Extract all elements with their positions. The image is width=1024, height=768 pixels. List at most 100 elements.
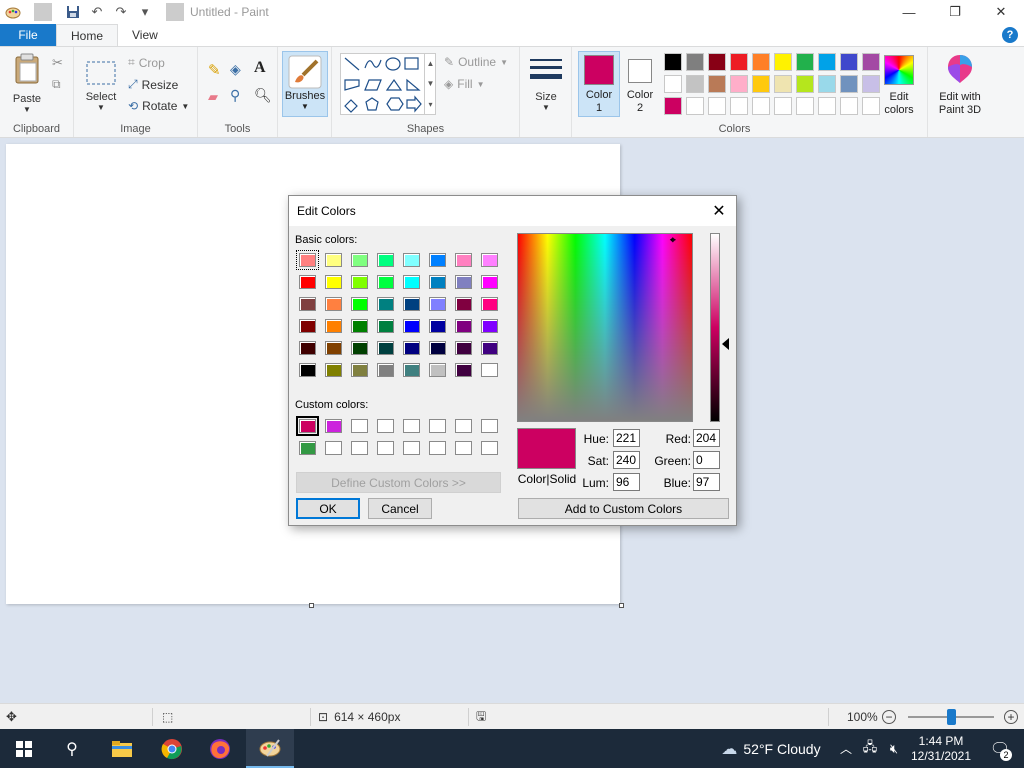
luminance-arrow-icon[interactable] bbox=[722, 338, 729, 350]
custom-color-swatch[interactable] bbox=[481, 441, 498, 455]
custom-color-swatch[interactable] bbox=[403, 419, 420, 433]
pencil-icon[interactable]: ✎ bbox=[208, 61, 221, 79]
custom-color-swatch[interactable] bbox=[296, 416, 319, 436]
taskbar-chrome[interactable] bbox=[148, 729, 196, 768]
cancel-button[interactable]: Cancel bbox=[368, 498, 432, 519]
palette-swatch[interactable] bbox=[818, 53, 836, 71]
basic-color-swatch[interactable] bbox=[325, 275, 342, 289]
palette-swatch[interactable] bbox=[862, 53, 880, 71]
zoom-in-button[interactable]: + bbox=[1004, 704, 1018, 730]
basic-color-swatch[interactable] bbox=[299, 363, 316, 377]
redo-icon[interactable]: ↷ bbox=[112, 3, 130, 21]
define-custom-colors-button[interactable]: Define Custom Colors >> bbox=[296, 472, 501, 493]
luminance-slider[interactable] bbox=[710, 233, 720, 422]
notification-center-button[interactable]: 🗨︎ 2 bbox=[980, 729, 1020, 768]
size-button[interactable]: Size ▼ bbox=[528, 55, 564, 112]
show-hidden-icons-button[interactable]: ︿ bbox=[836, 729, 856, 768]
custom-color-swatch[interactable] bbox=[299, 441, 316, 455]
outline-button[interactable]: ✎ Outline ▼ bbox=[444, 55, 508, 69]
custom-color-swatch[interactable] bbox=[429, 419, 446, 433]
palette-swatch[interactable] bbox=[686, 97, 704, 115]
taskbar-file-explorer[interactable] bbox=[98, 729, 146, 768]
palette-swatch[interactable] bbox=[708, 53, 726, 71]
paint3d-icon[interactable] bbox=[944, 53, 976, 85]
dialog-close-button[interactable]: ✕ bbox=[708, 200, 730, 222]
custom-color-swatch[interactable] bbox=[403, 441, 420, 455]
taskbar-firefox[interactable] bbox=[196, 729, 244, 768]
custom-color-swatch[interactable] bbox=[325, 441, 342, 455]
palette-swatch[interactable] bbox=[796, 75, 814, 93]
basic-color-swatch[interactable] bbox=[455, 253, 472, 267]
volume-muted-icon[interactable]: 🔇︎ bbox=[884, 729, 904, 768]
palette-swatch[interactable] bbox=[774, 53, 792, 71]
fill-button[interactable]: ◈ Fill ▼ bbox=[444, 77, 484, 91]
palette-swatch[interactable] bbox=[708, 97, 726, 115]
custom-color-swatch[interactable] bbox=[351, 419, 368, 433]
custom-color-swatch[interactable] bbox=[455, 441, 472, 455]
taskbar-paint[interactable] bbox=[246, 729, 294, 768]
select-button[interactable]: Select ▼ bbox=[82, 57, 120, 112]
basic-color-swatch[interactable] bbox=[351, 253, 368, 267]
basic-color-swatch[interactable] bbox=[455, 319, 472, 333]
undo-icon[interactable]: ↶ bbox=[88, 3, 106, 21]
add-to-custom-colors-button[interactable]: Add to Custom Colors bbox=[518, 498, 729, 519]
start-button[interactable] bbox=[0, 729, 48, 768]
sat-field[interactable]: 240 bbox=[613, 451, 640, 469]
palette-swatch[interactable] bbox=[840, 75, 858, 93]
palette-swatch[interactable] bbox=[730, 75, 748, 93]
eraser-icon[interactable]: ▰ bbox=[208, 89, 218, 105]
cut-icon[interactable]: ✂ bbox=[52, 55, 63, 71]
palette-swatch[interactable] bbox=[664, 53, 682, 71]
basic-color-swatch[interactable] bbox=[325, 253, 342, 267]
canvas-resize-handle-corner[interactable] bbox=[619, 603, 624, 608]
red-field[interactable]: 204 bbox=[693, 429, 720, 447]
edit-colors-icon[interactable] bbox=[884, 55, 914, 85]
paste-button[interactable]: Paste ▼ bbox=[8, 53, 46, 114]
basic-color-swatch[interactable] bbox=[455, 275, 472, 289]
basic-color-swatch[interactable] bbox=[403, 341, 420, 355]
palette-swatch[interactable] bbox=[752, 97, 770, 115]
lum-field[interactable]: 96 bbox=[613, 473, 640, 491]
basic-color-swatch[interactable] bbox=[377, 319, 394, 333]
basic-color-swatch[interactable] bbox=[299, 297, 316, 311]
basic-color-swatch[interactable] bbox=[429, 275, 446, 289]
custom-color-swatch[interactable] bbox=[377, 441, 394, 455]
basic-color-swatch[interactable] bbox=[325, 363, 342, 377]
ok-button[interactable]: OK bbox=[296, 498, 360, 519]
maximize-button[interactable]: ❐ bbox=[932, 0, 978, 24]
blue-field[interactable]: 97 bbox=[693, 473, 720, 491]
resize-button[interactable]: ⤢ Resize bbox=[128, 77, 178, 92]
custom-color-swatch[interactable] bbox=[455, 419, 472, 433]
weather-widget[interactable]: ☁ 52°F Cloudy bbox=[712, 729, 830, 768]
shapes-gallery-scroller[interactable]: ▲ ▼ ▾ bbox=[424, 53, 436, 115]
crop-button[interactable]: ⌗ Crop bbox=[128, 55, 165, 70]
basic-color-swatch[interactable] bbox=[455, 341, 472, 355]
color2-swatch[interactable] bbox=[628, 59, 652, 83]
help-button[interactable]: ? bbox=[1002, 27, 1018, 43]
palette-swatch[interactable] bbox=[664, 75, 682, 93]
basic-color-swatch[interactable] bbox=[377, 363, 394, 377]
magnifier-icon[interactable]: 🔍︎ bbox=[254, 87, 272, 104]
zoom-slider-thumb[interactable] bbox=[946, 709, 956, 725]
tab-file[interactable]: File bbox=[0, 24, 56, 46]
custom-color-swatch[interactable] bbox=[429, 441, 446, 455]
color2-label[interactable]: Color 2 bbox=[622, 89, 658, 115]
search-button[interactable]: ⚲ bbox=[48, 729, 96, 768]
basic-color-swatch[interactable] bbox=[429, 363, 446, 377]
text-tool-icon[interactable]: A bbox=[254, 59, 266, 77]
basic-color-swatch[interactable] bbox=[377, 275, 394, 289]
basic-color-swatch[interactable] bbox=[325, 297, 342, 311]
canvas-resize-handle-bottom[interactable] bbox=[309, 603, 314, 608]
basic-color-swatch[interactable] bbox=[429, 297, 446, 311]
basic-color-swatch[interactable] bbox=[377, 253, 394, 267]
basic-color-swatch[interactable] bbox=[403, 253, 420, 267]
brushes-button[interactable]: Brushes ▼ bbox=[282, 51, 328, 117]
close-button[interactable]: ✕ bbox=[978, 0, 1024, 24]
palette-swatch[interactable] bbox=[796, 53, 814, 71]
basic-color-swatch[interactable] bbox=[377, 341, 394, 355]
basic-color-swatch[interactable] bbox=[481, 253, 498, 267]
basic-color-swatch[interactable] bbox=[429, 341, 446, 355]
basic-color-swatch[interactable] bbox=[403, 275, 420, 289]
palette-swatch[interactable] bbox=[818, 97, 836, 115]
basic-color-swatch[interactable] bbox=[429, 253, 446, 267]
